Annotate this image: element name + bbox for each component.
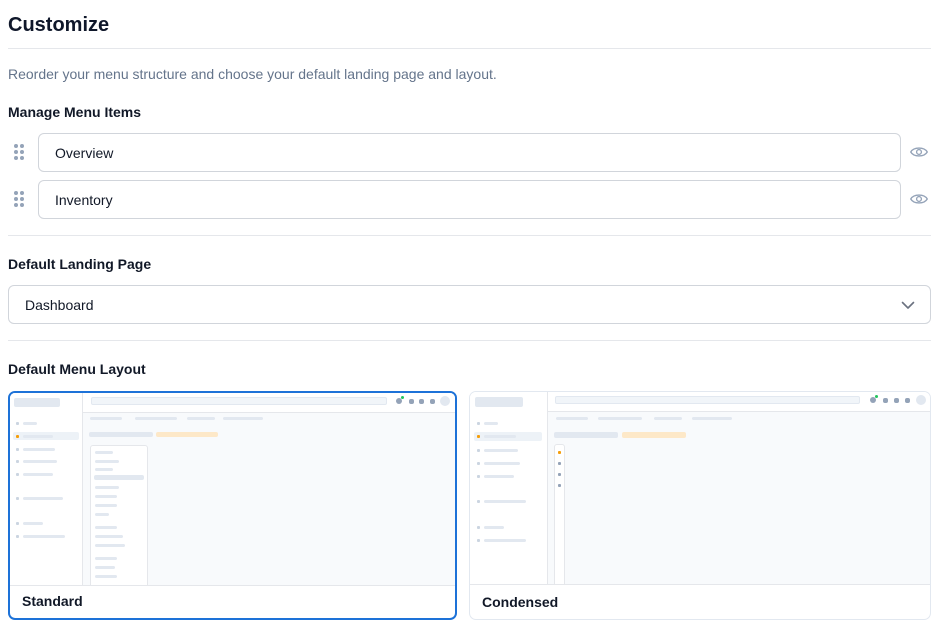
manage-menu-items-title: Manage Menu Items [8,104,142,120]
layout-option-condensed[interactable]: Condensed [469,391,931,620]
page-description: Reorder your menu structure and choose y… [8,66,497,82]
eye-icon[interactable] [910,145,928,159]
menu-item-input-inventory[interactable] [38,180,901,219]
landing-page-value: Dashboard [25,297,94,313]
default-landing-page-title: Default Landing Page [8,256,152,272]
layout-option-standard[interactable]: Standard [8,391,457,620]
layout-option-label: Standard [22,593,83,609]
chevron-down-icon [901,301,915,309]
divider [8,340,931,341]
page-title: Customize [8,14,110,36]
layout-option-label: Condensed [482,594,559,610]
default-menu-layout-title: Default Menu Layout [8,361,146,377]
divider [8,48,931,49]
divider [8,235,931,236]
menu-item-row [8,133,931,172]
eye-icon[interactable] [910,192,928,206]
standard-layout-preview [10,393,455,586]
drag-handle-icon[interactable] [14,191,26,207]
landing-page-select[interactable]: Dashboard [8,285,931,324]
menu-item-row [8,180,931,219]
condensed-layout-preview [470,392,930,585]
drag-handle-icon[interactable] [14,144,26,160]
menu-item-input-overview[interactable] [38,133,901,172]
